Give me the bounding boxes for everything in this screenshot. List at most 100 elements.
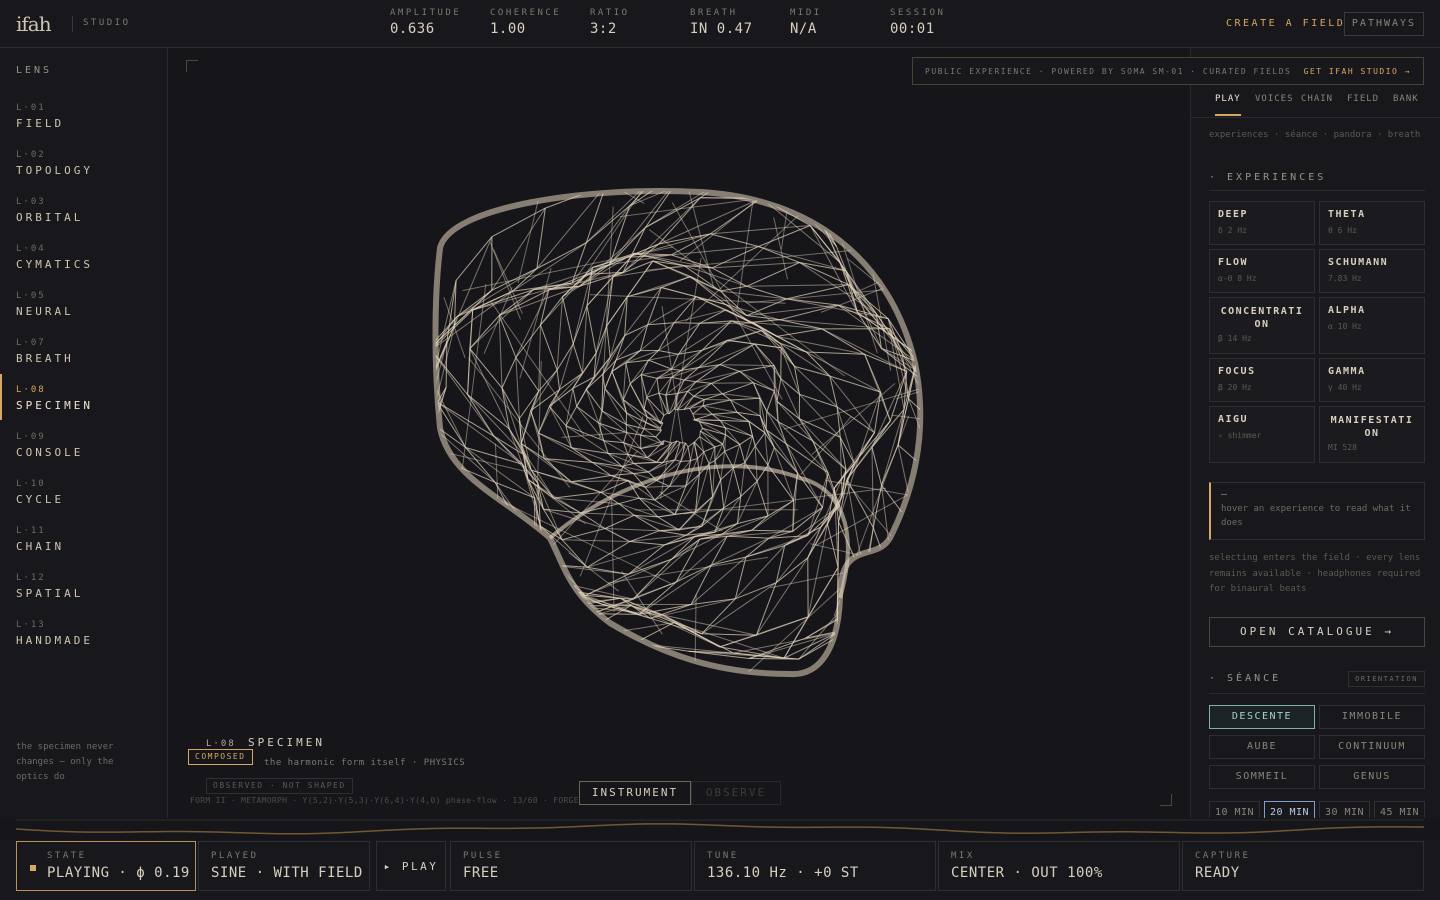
- wireframe-specimen[interactable]: [420, 178, 940, 698]
- mesh-edge: [571, 205, 631, 284]
- mesh-edge: [767, 447, 775, 466]
- mix-cell[interactable]: MIX CENTER · OUT 100%: [938, 841, 1180, 891]
- mesh-edge: [426, 372, 435, 423]
- mesh-edge: [519, 267, 552, 379]
- pulse-cell[interactable]: PULSE FREE: [450, 841, 692, 891]
- mesh-edge: [648, 459, 676, 473]
- mesh-edge: [761, 197, 812, 201]
- tab-field[interactable]: FIELD: [1347, 94, 1379, 116]
- duration-10-min[interactable]: 10 MIN: [1209, 801, 1260, 818]
- lens-item-orbital[interactable]: L·03 ORBITAL: [0, 192, 167, 232]
- experience-flow[interactable]: FLOW α-θ 8 Hz: [1209, 249, 1315, 293]
- mesh-edge: [758, 246, 800, 263]
- specimen-canvas[interactable]: L·08 SPECIMEN COMPOSED the harmonic form…: [170, 48, 1188, 818]
- lens-item-topology[interactable]: L·02 TOPOLOGY: [0, 145, 167, 185]
- metric-label: SESSION: [890, 8, 946, 18]
- tab-chain[interactable]: CHAIN: [1301, 94, 1333, 116]
- mesh-edge: [693, 395, 705, 400]
- play-button[interactable]: ▸ PLAY: [376, 841, 446, 891]
- mesh-edge: [611, 371, 624, 400]
- mesh-edge: [780, 378, 800, 419]
- lens-code: L·10: [16, 479, 46, 489]
- orientation-button[interactable]: ORIENTATION: [1348, 671, 1425, 687]
- experience-alpha[interactable]: ALPHA α 10 Hz: [1319, 297, 1425, 354]
- mesh-edge: [852, 581, 866, 629]
- experience-frequency: δ 2 Hz: [1218, 226, 1247, 235]
- lens-item-cymatics[interactable]: L·04 CYMATICS: [0, 239, 167, 279]
- lens-item-cycle[interactable]: L·10 CYCLE: [0, 474, 167, 514]
- mesh-edge: [871, 447, 874, 528]
- lens-item-chain[interactable]: L·11 CHAIN: [0, 521, 167, 561]
- metric-value: 1.00: [490, 21, 526, 37]
- mesh-edge: [580, 512, 606, 529]
- lens-item-console[interactable]: L·09 CONSOLE: [0, 427, 167, 467]
- experience-frequency: 7.83 Hz: [1328, 274, 1362, 283]
- lens-item-spatial[interactable]: L·12 SPATIAL: [0, 568, 167, 608]
- mesh-edge: [648, 461, 664, 473]
- mesh-edge: [711, 246, 759, 269]
- duration-30-min[interactable]: 30 MIN: [1319, 801, 1370, 818]
- mesh-edge: [754, 432, 766, 447]
- ifah-logo[interactable]: ifah: [16, 12, 52, 36]
- mesh-edge: [420, 433, 432, 476]
- duration-20-min[interactable]: 20 MIN: [1264, 801, 1315, 818]
- lens-item-field[interactable]: L·01 FIELD: [0, 98, 167, 138]
- seance-aube[interactable]: AUBE: [1209, 735, 1315, 759]
- mesh-edge: [435, 611, 508, 618]
- state-cell[interactable]: STATE PLAYING · ϕ 0.19: [16, 841, 196, 891]
- seance-immobile[interactable]: IMMOBILE: [1319, 705, 1425, 729]
- capture-cell[interactable]: CAPTURE READY: [1182, 841, 1424, 891]
- tab-voices[interactable]: VOICES: [1255, 94, 1294, 116]
- mesh-edge: [435, 571, 543, 601]
- duration-45-min[interactable]: 45 MIN: [1374, 801, 1425, 818]
- experience-manifestation[interactable]: MANIFESTATION MI 528: [1319, 406, 1425, 463]
- metric-label: BREATH: [690, 8, 738, 18]
- seance-title: · SÉANCE: [1209, 673, 1282, 684]
- tab-play[interactable]: PLAY: [1215, 94, 1241, 116]
- experience-hover-info: — hover an experience to read what it do…: [1209, 482, 1425, 540]
- lens-item-handmade[interactable]: L·13 HANDMADE: [0, 615, 167, 655]
- lens-item-neural[interactable]: L·05 NEURAL: [0, 286, 167, 326]
- experience-schumann[interactable]: SCHUMANN 7.83 Hz: [1319, 249, 1425, 293]
- seance-descente[interactable]: DESCENTE: [1209, 705, 1315, 729]
- selection-note: selecting enters the field · every lens …: [1209, 553, 1421, 594]
- played-cell[interactable]: PLAYED SINE · WITH FIELD: [198, 841, 370, 891]
- mesh-edge: [435, 559, 509, 612]
- pathways-button[interactable]: PATHWAYS: [1344, 12, 1424, 36]
- mesh-edge: [572, 343, 583, 374]
- experience-deep[interactable]: DEEP δ 2 Hz: [1209, 201, 1315, 245]
- create-field-button[interactable]: CREATE A FIELD: [1218, 12, 1353, 36]
- seance-sommeil[interactable]: SOMMEIL: [1209, 765, 1315, 789]
- mesh-edge: [561, 539, 588, 568]
- seance-genus[interactable]: GENUS: [1319, 765, 1425, 789]
- mesh-edge: [908, 538, 921, 573]
- mode-instrument-button[interactable]: INSTRUMENT: [579, 781, 691, 805]
- experience-name: AIGU: [1218, 414, 1249, 425]
- lens-item-breath[interactable]: L·07 BREATH: [0, 333, 167, 373]
- state-indicator-icon: [30, 865, 36, 871]
- panel-breadcrumb: experiences · séance · pandora · breath: [1209, 130, 1421, 140]
- lens-item-specimen[interactable]: L·08 SPECIMEN: [0, 374, 167, 420]
- mesh-edge: [515, 357, 520, 419]
- mesh-edge: [534, 538, 553, 581]
- mesh-edge: [800, 416, 852, 475]
- lens-sidebar: LENS L·01 FIELD L·02 TOPOLOGY L·03 ORBIT…: [0, 48, 168, 818]
- mode-observe-button[interactable]: OBSERVE: [691, 781, 781, 805]
- mesh-edge: [435, 533, 475, 548]
- seance-continuum[interactable]: CONTINUUM: [1319, 735, 1425, 759]
- experience-gamma[interactable]: GAMMA γ 40 Hz: [1319, 358, 1425, 402]
- tab-bank[interactable]: BANK: [1393, 94, 1419, 116]
- mesh-edge: [724, 443, 741, 452]
- mesh-edge: [648, 359, 672, 370]
- open-catalogue-button[interactable]: OPEN CATALOGUE →: [1209, 617, 1425, 647]
- experience-aigu[interactable]: AIGU ✧ shimmer: [1209, 406, 1315, 463]
- experience-concentration[interactable]: CONCENTRATION β 14 Hz: [1209, 297, 1315, 354]
- get-studio-link[interactable]: GET IFAH STUDIO →: [1304, 67, 1411, 76]
- mesh-edge: [435, 575, 498, 675]
- mesh-edge: [846, 479, 866, 582]
- mesh-edge: [640, 428, 645, 436]
- experience-focus[interactable]: FOCUS β 20 Hz: [1209, 358, 1315, 402]
- experience-theta[interactable]: THETA θ 6 Hz: [1319, 201, 1425, 245]
- mesh-edge: [435, 524, 549, 639]
- tune-cell[interactable]: TUNE 136.10 Hz · +0 ST: [694, 841, 936, 891]
